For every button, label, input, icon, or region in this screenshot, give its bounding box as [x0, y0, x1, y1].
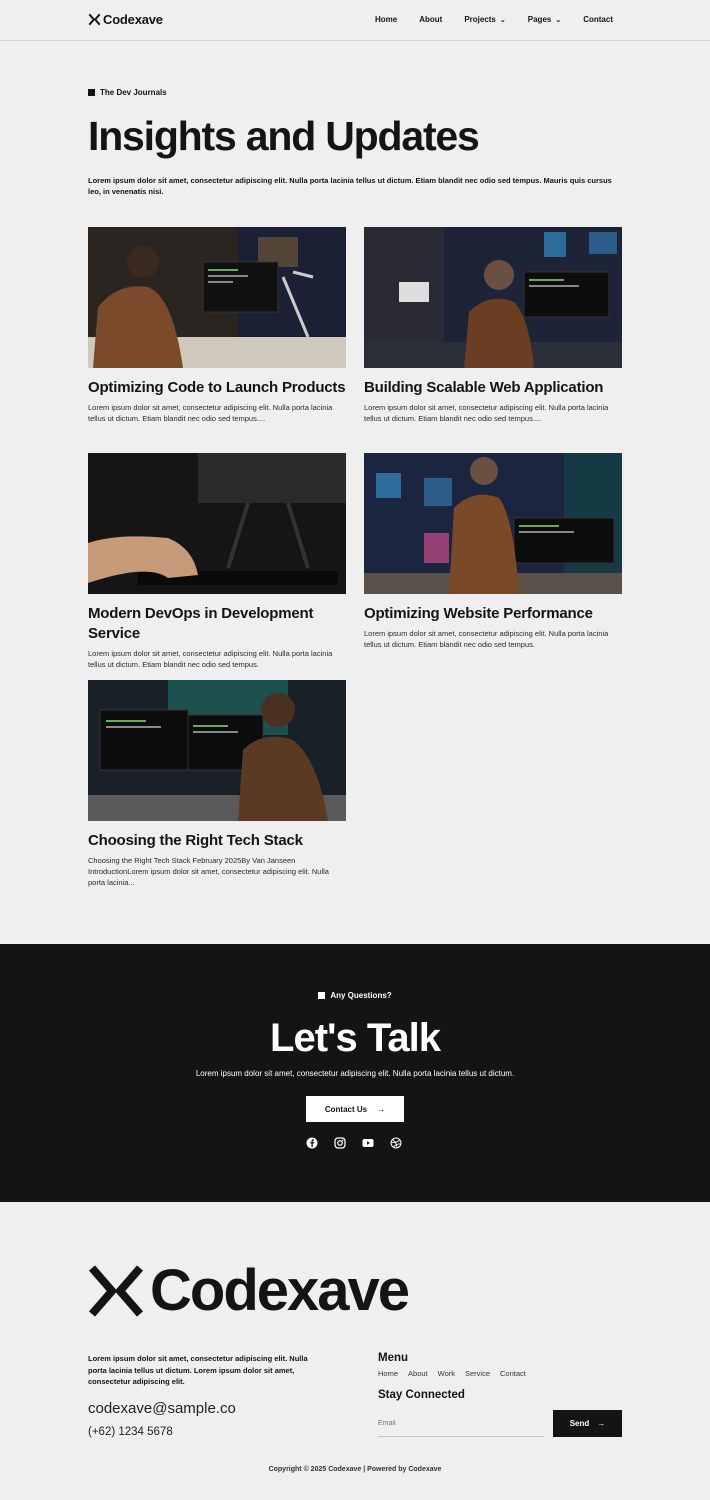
nav-about[interactable]: About	[419, 15, 442, 24]
post-card[interactable]: Modern DevOps in Development Service Lor…	[88, 453, 346, 670]
logo-mark-icon	[88, 13, 101, 26]
hero-description: Lorem ipsum dolor sit amet, consectetur …	[88, 176, 612, 196]
newsletter-email-input[interactable]	[378, 1410, 544, 1437]
post-title[interactable]: Building Scalable Web Application	[364, 378, 622, 398]
nav-pages-label: Pages	[527, 15, 552, 24]
footer-brand-name: Codexave	[150, 1258, 410, 1323]
instagram-icon[interactable]	[334, 1137, 346, 1149]
hero-eyebrow: The Dev Journals	[88, 88, 167, 97]
dribbble-icon[interactable]	[390, 1137, 402, 1149]
post-image[interactable]	[88, 227, 346, 368]
hero-eyebrow-text: The Dev Journals	[100, 88, 167, 97]
send-button[interactable]: Send →	[553, 1410, 622, 1437]
post-card[interactable]: Optimizing Website Performance Lorem ips…	[364, 453, 622, 650]
footer-menu: Home About Work Service Contact	[378, 1369, 526, 1378]
post-title[interactable]: Optimizing Website Performance	[364, 604, 622, 624]
post-image[interactable]	[364, 227, 622, 368]
post-excerpt: Lorem ipsum dolor sit amet, consectetur …	[364, 629, 609, 649]
nav-projects[interactable]: Projects ⌄	[464, 15, 505, 24]
cta-eyebrow: Any Questions?	[0, 991, 710, 1000]
post-title[interactable]: Modern DevOps in Development Service	[88, 604, 346, 644]
chevron-down-icon: ⌄	[555, 16, 562, 24]
post-title[interactable]: Choosing the Right Tech Stack	[88, 831, 346, 851]
footer-menu-contact[interactable]: Contact	[500, 1369, 526, 1378]
footer-menu-title: Menu	[378, 1352, 409, 1364]
nav-projects-label: Projects	[464, 15, 496, 24]
site-header: Codexave Home About Projects ⌄ Pages ⌄ Con…	[0, 0, 710, 41]
square-bullet-icon	[318, 992, 326, 999]
cta-description: Lorem ipsum dolor sit amet, consectetur …	[195, 1069, 515, 1078]
nav-about-label: About	[419, 15, 443, 24]
footer-menu-service[interactable]: Service	[465, 1369, 490, 1378]
brand-logo[interactable]: Codexave	[88, 12, 163, 27]
post-excerpt: Lorem ipsum dolor sit amet, consectetur …	[88, 403, 333, 423]
nav-home-label: Home	[374, 15, 398, 24]
post-excerpt: Lorem ipsum dolor sit amet, consectetur …	[88, 649, 333, 669]
footer-menu-about[interactable]: About	[408, 1369, 428, 1378]
post-card[interactable]: Building Scalable Web Application Lorem …	[364, 227, 622, 424]
post-image[interactable]	[364, 453, 622, 594]
post-excerpt: Choosing the Right Tech Stack February 2…	[88, 856, 329, 887]
cta-eyebrow-text: Any Questions?	[330, 991, 392, 1000]
send-label: Send	[569, 1419, 590, 1428]
page-title: Insights and Updates	[88, 113, 480, 159]
footer-menu-work[interactable]: Work	[438, 1369, 455, 1378]
main-nav: Home About Projects ⌄ Pages ⌄ Contact	[353, 15, 613, 24]
copyright: Copyright © 2025 Codexave | Powered by C…	[268, 1466, 442, 1473]
post-image[interactable]	[88, 453, 346, 594]
footer-email[interactable]: codexave@sample.co	[88, 1400, 236, 1417]
footer-description: Lorem ipsum dolor sit amet, consectetur …	[88, 1354, 308, 1386]
square-bullet-icon	[88, 89, 95, 96]
footer-brand-logo[interactable]: Codexave	[88, 1258, 410, 1323]
contact-us-button[interactable]: Contact Us →	[306, 1096, 404, 1122]
stay-connected-title: Stay Connected	[378, 1389, 465, 1401]
nav-home[interactable]: Home	[375, 15, 397, 24]
post-excerpt: Lorem ipsum dolor sit amet, consectetur …	[364, 403, 609, 423]
cta-section: Any Questions? Let's Talk Lorem ipsum do…	[0, 944, 710, 1202]
contact-us-label: Contact Us	[324, 1104, 368, 1114]
footer-menu-home[interactable]: Home	[378, 1369, 398, 1378]
post-card[interactable]: Optimizing Code to Launch Products Lorem…	[88, 227, 346, 424]
arrow-right-icon: →	[597, 1419, 606, 1428]
cta-title: Let's Talk	[270, 1016, 441, 1060]
arrow-right-icon: →	[377, 1104, 386, 1114]
post-card[interactable]: Choosing the Right Tech Stack Choosing t…	[88, 680, 346, 888]
post-title[interactable]: Optimizing Code to Launch Products	[88, 378, 346, 398]
nav-pages[interactable]: Pages ⌄	[528, 15, 561, 24]
facebook-icon[interactable]	[306, 1137, 318, 1149]
brand-name: Codexave	[103, 12, 163, 27]
youtube-icon[interactable]	[362, 1137, 374, 1149]
post-image[interactable]	[88, 680, 346, 821]
chevron-down-icon: ⌄	[499, 16, 506, 24]
footer-phone[interactable]: (+62) 1234 5678	[88, 1426, 173, 1438]
nav-contact[interactable]: Contact	[583, 15, 613, 24]
logo-mark-icon	[88, 1265, 144, 1317]
social-links	[306, 1137, 402, 1149]
nav-contact-label: Contact	[583, 15, 613, 24]
